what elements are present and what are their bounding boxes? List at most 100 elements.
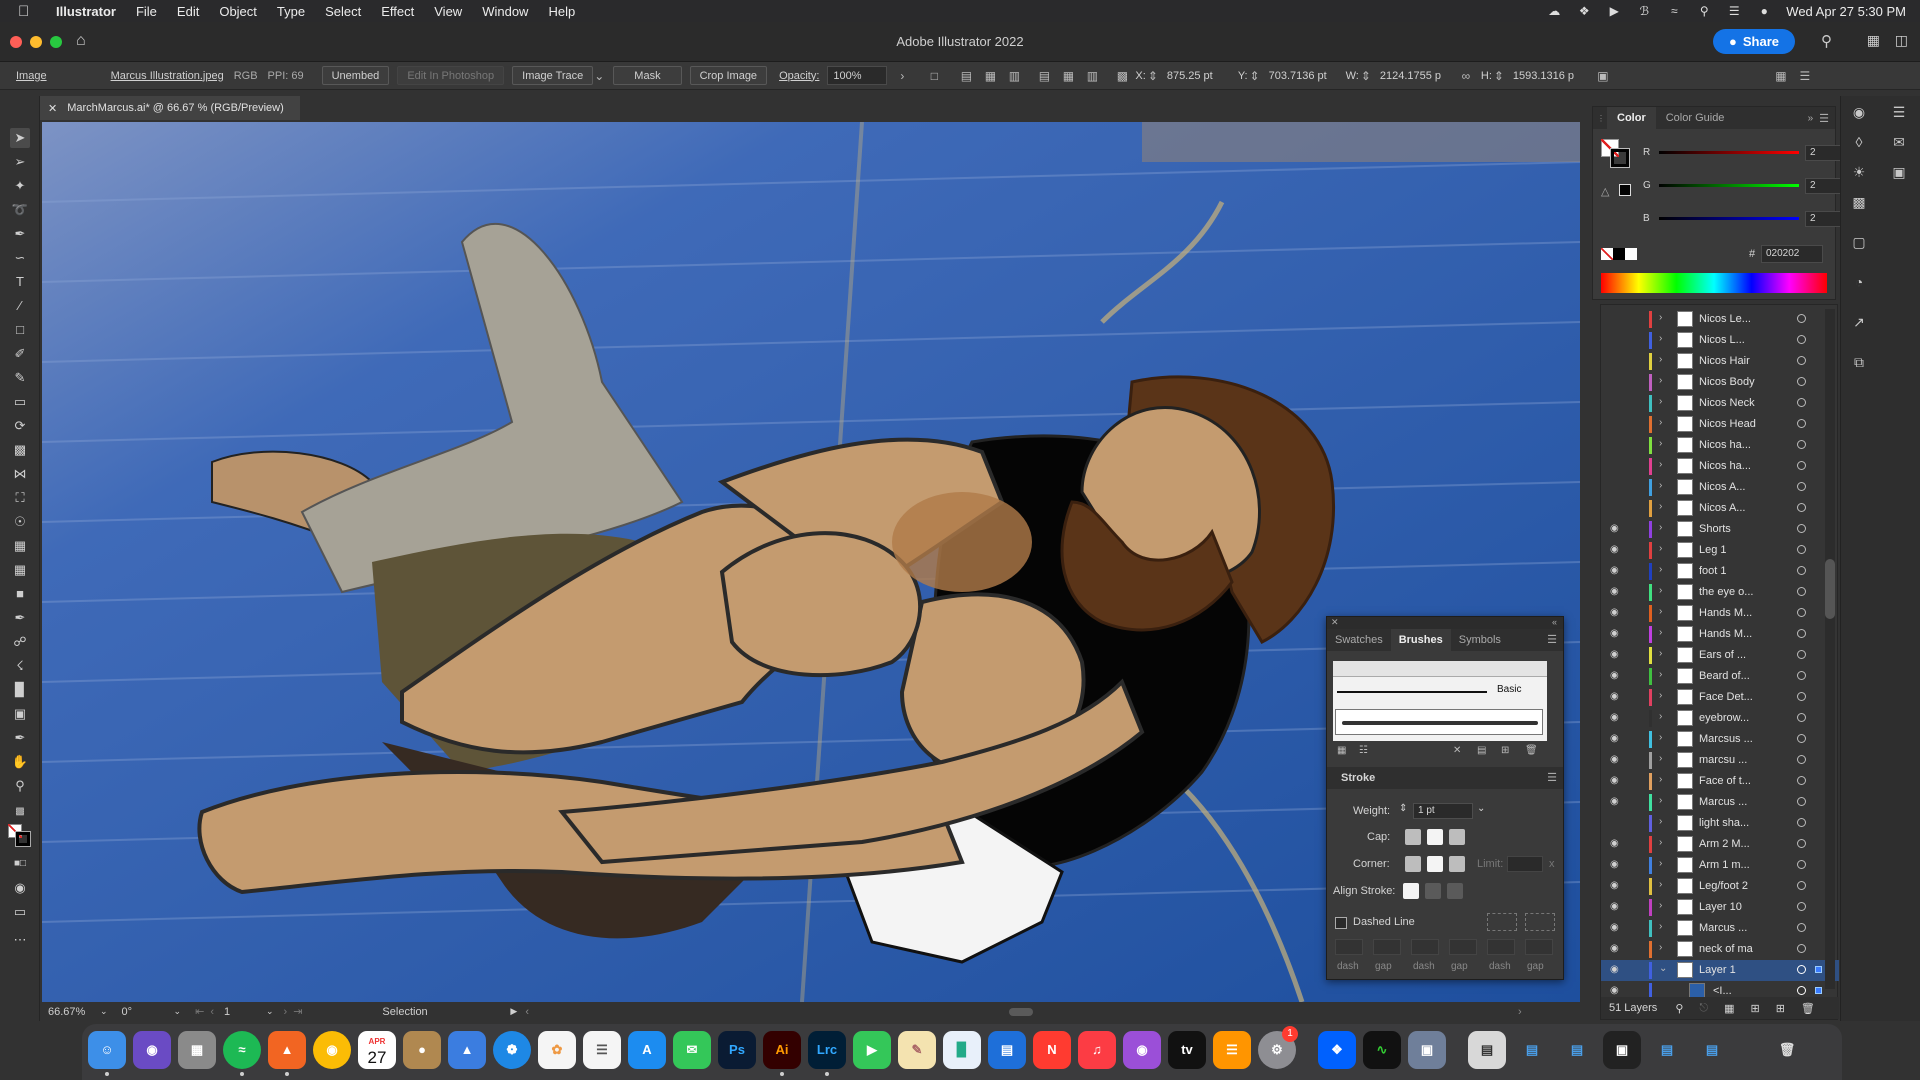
layer-name[interactable]: Ears of ... bbox=[1699, 649, 1779, 661]
align-dash-button[interactable] bbox=[1525, 913, 1555, 931]
layer-row[interactable]: › Nicos Le... bbox=[1601, 309, 1839, 330]
layer-name[interactable]: light sha... bbox=[1699, 817, 1779, 829]
layer-name[interactable]: Arm 2 M... bbox=[1699, 838, 1779, 850]
expand-layer-chevron-icon[interactable]: › bbox=[1659, 627, 1662, 638]
delete-brush-icon[interactable]: 🗑 bbox=[1525, 745, 1538, 756]
tab-color[interactable]: Color bbox=[1607, 107, 1656, 129]
play-icon[interactable]: ▶ bbox=[1606, 4, 1622, 18]
wifi-icon[interactable]: ≈ bbox=[1666, 4, 1682, 18]
layer-name[interactable]: Hands M... bbox=[1699, 628, 1779, 640]
numbers-app-icon[interactable]: ▉ bbox=[943, 1031, 981, 1069]
width-tool-icon[interactable]: ⋈ bbox=[10, 464, 30, 484]
layer-name[interactable]: Face Det... bbox=[1699, 691, 1779, 703]
visibility-eye-icon[interactable]: ◉ bbox=[1610, 733, 1624, 745]
visibility-eye-icon[interactable]: ◉ bbox=[1610, 754, 1624, 766]
red-slider[interactable]: R 2 bbox=[1643, 145, 1841, 161]
layer-name[interactable]: Nicos A... bbox=[1699, 481, 1779, 493]
visibility-eye-icon[interactable]: ◉ bbox=[1610, 922, 1624, 934]
paintbrush-tool-icon[interactable]: ✐ bbox=[10, 344, 30, 364]
align-outside-stroke-button[interactable] bbox=[1447, 883, 1463, 899]
layer-name[interactable]: <I... bbox=[1713, 985, 1793, 997]
unembed-button[interactable]: Unembed bbox=[321, 66, 390, 85]
layer-row[interactable]: › Nicos A... bbox=[1601, 498, 1839, 519]
artboard-tool-icon[interactable]: ▣ bbox=[10, 704, 30, 724]
dash-field[interactable] bbox=[1487, 939, 1515, 955]
scale-tool-icon[interactable]: ▩ bbox=[10, 440, 30, 460]
zoom-dropdown-icon[interactable]: ⌄ bbox=[100, 1006, 108, 1017]
layer-target-icon[interactable] bbox=[1797, 335, 1806, 344]
layer-target-icon[interactable] bbox=[1797, 629, 1806, 638]
layer-row[interactable]: ◉ › Marcus ... bbox=[1601, 792, 1839, 813]
books-app-icon[interactable]: ☰ bbox=[1213, 1031, 1251, 1069]
shape-builder-tool-icon[interactable]: ☉ bbox=[10, 512, 30, 532]
horizontal-scroll-left-icon[interactable]: ‹ bbox=[525, 1006, 529, 1018]
new-layer-icon[interactable]: ⊞ bbox=[1776, 1002, 1785, 1015]
layer-target-icon[interactable] bbox=[1797, 881, 1806, 890]
menu-help[interactable]: Help bbox=[538, 4, 585, 19]
shaper-tool-icon[interactable]: ✎ bbox=[10, 368, 30, 388]
expand-layer-chevron-icon[interactable]: › bbox=[1659, 858, 1662, 869]
layer-target-icon[interactable] bbox=[1797, 314, 1806, 323]
layer-row[interactable]: › Nicos Body bbox=[1601, 372, 1839, 393]
last-artboard-icon[interactable]: ⇥ bbox=[293, 1005, 302, 1018]
dash-field[interactable] bbox=[1335, 939, 1363, 955]
align-inside-stroke-button[interactable] bbox=[1425, 883, 1441, 899]
expand-layer-chevron-icon[interactable]: › bbox=[1659, 648, 1662, 659]
perspective-grid-tool-icon[interactable]: ▦ bbox=[10, 536, 30, 556]
activity-monitor-app-icon[interactable]: ∿ bbox=[1363, 1031, 1401, 1069]
siri-icon[interactable]: ● bbox=[1756, 4, 1772, 18]
layer-row[interactable]: ◉ › Face Det... bbox=[1601, 687, 1839, 708]
rectangle-tool-icon[interactable]: □ bbox=[10, 320, 30, 340]
layer-row[interactable]: ◉ › Leg/foot 2 bbox=[1601, 876, 1839, 897]
menu-window[interactable]: Window bbox=[472, 4, 538, 19]
visibility-eye-icon[interactable]: ◉ bbox=[1610, 670, 1624, 682]
control-center-icon[interactable]: ☰ bbox=[1726, 4, 1742, 18]
mask-button[interactable]: Mask bbox=[613, 66, 682, 85]
downloads-folder-icon[interactable]: ▤ bbox=[1513, 1031, 1551, 1069]
expand-layer-chevron-icon[interactable]: › bbox=[1659, 879, 1662, 890]
expand-layer-chevron-icon[interactable]: › bbox=[1659, 816, 1662, 827]
layer-target-icon[interactable] bbox=[1797, 587, 1806, 596]
layer-name[interactable]: Nicos Hair bbox=[1699, 355, 1779, 367]
symbol-sprayer-tool-icon[interactable]: ☇ bbox=[10, 656, 30, 676]
expand-layer-chevron-icon[interactable]: › bbox=[1659, 942, 1662, 953]
lasso-tool-icon[interactable]: ➰ bbox=[10, 200, 30, 220]
appearance-panel-icon[interactable]: ☀ bbox=[1849, 162, 1869, 182]
layer-row[interactable]: ◉ › Leg 1 bbox=[1601, 540, 1839, 561]
layer-name[interactable]: Layer 10 bbox=[1699, 901, 1779, 913]
menu-file[interactable]: File bbox=[126, 4, 167, 19]
constrain-proportions-icon[interactable]: ∞ bbox=[1457, 68, 1475, 84]
layer-name[interactable]: Hands M... bbox=[1699, 607, 1779, 619]
layer-row[interactable]: › Nicos Hair bbox=[1601, 351, 1839, 372]
miter-join-button[interactable] bbox=[1405, 856, 1421, 872]
y-field[interactable]: 703.7136 pt bbox=[1264, 66, 1344, 85]
expand-layer-chevron-icon[interactable]: › bbox=[1659, 396, 1662, 407]
layer-target-icon[interactable] bbox=[1797, 524, 1806, 533]
visibility-eye-icon[interactable] bbox=[1610, 418, 1624, 430]
weight-field[interactable]: 1 pt bbox=[1413, 803, 1473, 819]
layer-name[interactable]: Nicos Le... bbox=[1699, 313, 1779, 325]
transparency-panel-icon[interactable]: ◔ bbox=[1849, 272, 1869, 292]
expand-layer-chevron-icon[interactable]: › bbox=[1659, 375, 1662, 386]
edit-toolbar-icon[interactable]: ⋯ bbox=[10, 930, 30, 950]
layer-target-icon[interactable] bbox=[1797, 671, 1806, 680]
layer-row[interactable]: ◉ › Hands M... bbox=[1601, 624, 1839, 645]
layer-target-icon[interactable] bbox=[1797, 398, 1806, 407]
lightroom-classic-app-icon[interactable]: Lrc bbox=[808, 1031, 846, 1069]
control-bar-options-icon[interactable]: ☰ bbox=[1796, 68, 1814, 84]
menu-view[interactable]: View bbox=[424, 4, 472, 19]
bluetooth-icon[interactable]: ℬ bbox=[1636, 4, 1652, 18]
linked-file-name[interactable]: Marcus Illustration.jpeg bbox=[111, 70, 224, 82]
gap-field[interactable] bbox=[1525, 939, 1553, 955]
layer-target-icon[interactable] bbox=[1797, 818, 1806, 827]
layer-name[interactable]: foot 1 bbox=[1699, 565, 1779, 577]
layer-row[interactable]: ◉ › Marcsus ... bbox=[1601, 729, 1839, 750]
brush-options-icon[interactable]: ▤ bbox=[1477, 745, 1486, 756]
layer-name[interactable]: Leg/foot 2 bbox=[1699, 880, 1779, 892]
layer-target-icon[interactable] bbox=[1797, 797, 1806, 806]
layer-target-icon[interactable] bbox=[1797, 461, 1806, 470]
document-stack-icon[interactable]: ▤ bbox=[1468, 1031, 1506, 1069]
layer-target-icon[interactable] bbox=[1797, 356, 1806, 365]
layer-row[interactable]: ◉ › neck of ma bbox=[1601, 939, 1839, 960]
default-fill-stroke-icon[interactable]: ▩ bbox=[10, 802, 30, 822]
